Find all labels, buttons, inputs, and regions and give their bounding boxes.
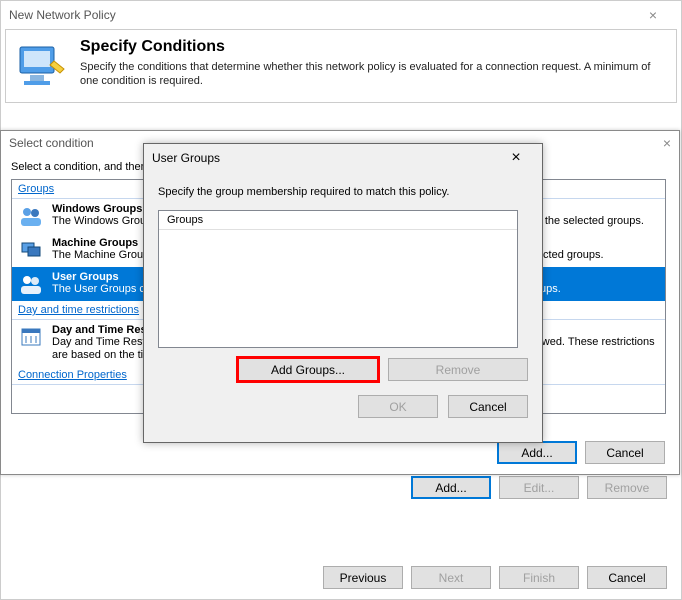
conditions-button-row: Add... Edit... Remove <box>411 476 667 499</box>
wizard-header-title: Specify Conditions <box>80 38 668 56</box>
groups-cancel-button[interactable]: Cancel <box>448 395 528 418</box>
select-cancel-button[interactable]: Cancel <box>585 441 665 464</box>
close-icon[interactable]: × <box>633 7 673 23</box>
next-button: Next <box>411 566 491 589</box>
remove-group-button: Remove <box>388 358 528 381</box>
select-condition-button-row: Add... Cancel <box>497 441 665 464</box>
wizard-header-text: Specify Conditions Specify the condition… <box>80 38 668 94</box>
finish-button: Finish <box>499 566 579 589</box>
user-groups-dialog: User Groups × Specify the group membersh… <box>143 143 543 443</box>
close-icon[interactable]: × <box>663 135 671 151</box>
close-icon[interactable]: × <box>498 149 534 167</box>
conditions-icon <box>14 38 68 94</box>
user-groups-title: User Groups <box>152 151 498 165</box>
add-groups-button[interactable]: Add Groups... <box>238 358 378 381</box>
groups-bottom-button-row: OK Cancel <box>158 395 528 418</box>
wizard-header-desc: Specify the conditions that determine wh… <box>80 60 668 89</box>
calendar-icon <box>18 324 44 350</box>
user-groups-titlebar: User Groups × <box>144 144 542 172</box>
wizard-title: New Network Policy <box>9 8 633 22</box>
groups-mid-button-row: Add Groups... Remove <box>158 358 528 381</box>
wizard-header-panel: Specify Conditions Specify the condition… <box>5 29 677 103</box>
ok-button: OK <box>358 395 438 418</box>
users-icon <box>18 203 44 229</box>
wizard-button-row: Previous Next Finish Cancel <box>323 566 667 589</box>
select-add-button[interactable]: Add... <box>497 441 577 464</box>
previous-button[interactable]: Previous <box>323 566 403 589</box>
computers-icon <box>18 237 44 263</box>
groups-list-header: Groups <box>159 211 517 230</box>
groups-listbox[interactable]: Groups <box>158 210 518 348</box>
conditions-edit-button: Edit... <box>499 476 579 499</box>
conditions-add-button[interactable]: Add... <box>411 476 491 499</box>
select-condition-title: Select condition <box>9 136 94 150</box>
wizard-titlebar: New Network Policy × <box>1 1 681 29</box>
cancel-button[interactable]: Cancel <box>587 566 667 589</box>
conditions-remove-button: Remove <box>587 476 667 499</box>
user-groups-prompt: Specify the group membership required to… <box>158 186 528 198</box>
users-icon <box>18 271 44 297</box>
